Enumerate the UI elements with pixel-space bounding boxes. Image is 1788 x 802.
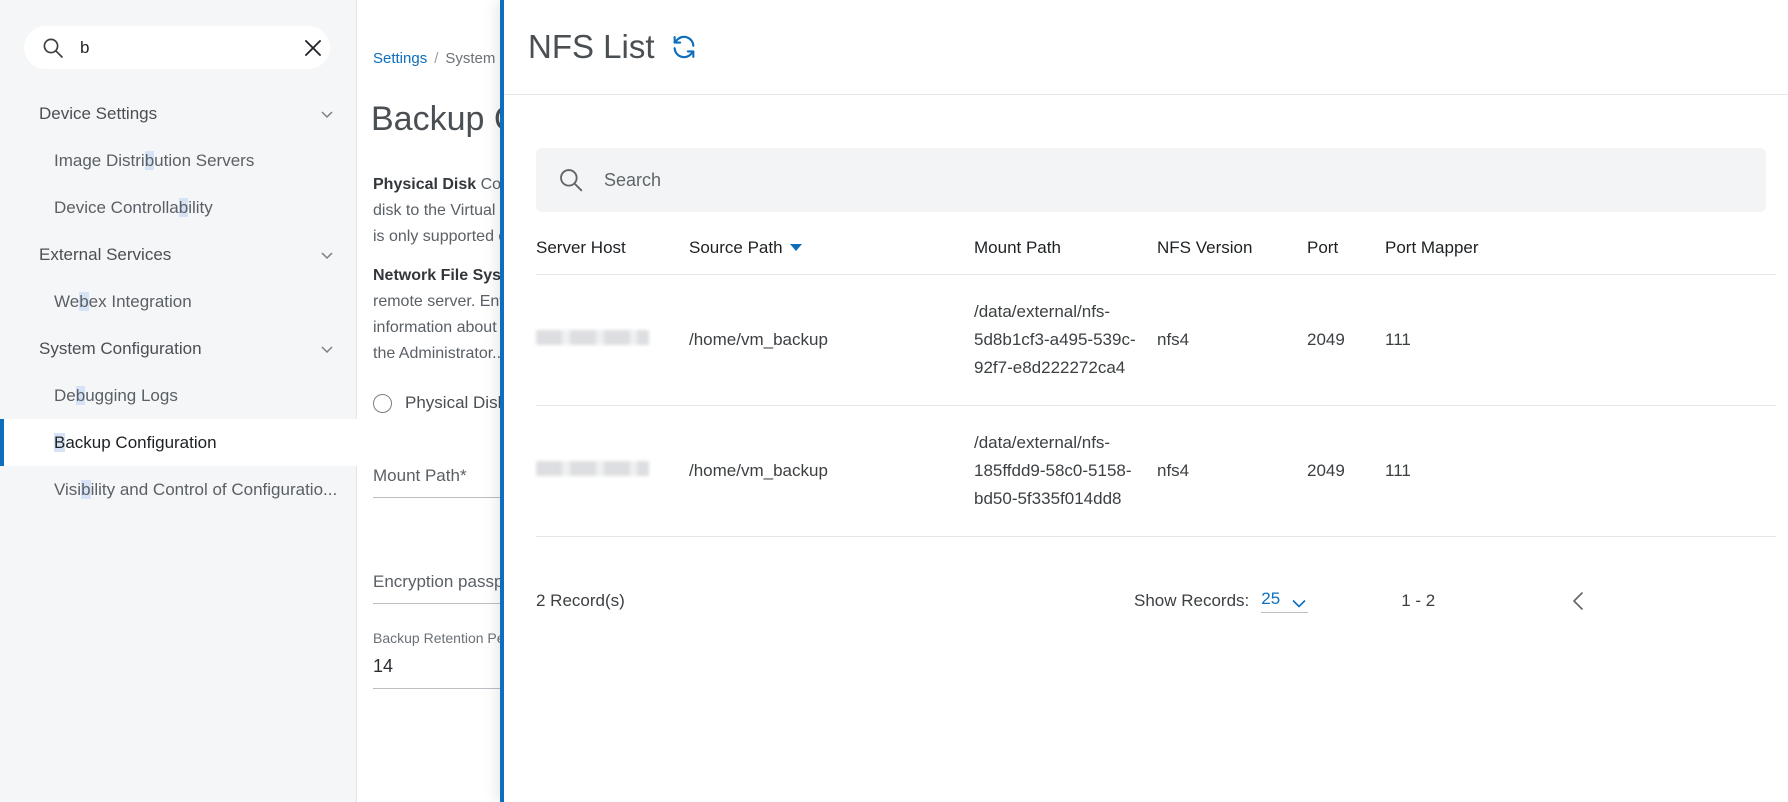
sidebar-search-box[interactable]: [24, 26, 330, 69]
refresh-icon[interactable]: [670, 33, 698, 61]
sidebar-group-label: External Services: [39, 244, 172, 264]
radio-label: Physical Disk: [405, 393, 507, 412]
chevron-down-icon[interactable]: [319, 341, 335, 357]
nfs-list-panel: NFS List Server Host: [500, 0, 1788, 802]
sidebar-group-device-settings[interactable]: Device Settings: [0, 90, 357, 137]
sidebar-item-debugging-logs[interactable]: Debugging Logs: [0, 372, 357, 419]
radio-button-icon[interactable]: [373, 393, 392, 413]
sidebar-item-label: Visibility and Control of Configuratio..…: [54, 479, 338, 499]
table-row[interactable]: /home/vm_backup /data/external/nfs-5d8b1…: [536, 275, 1776, 406]
table-header-row: Server Host Source Path Mount Path NFS V…: [536, 222, 1776, 275]
cell-port: 2049: [1307, 330, 1345, 349]
breadcrumb-separator: /: [434, 50, 439, 67]
cell-mount-path: /data/external/nfs-185ffdd9-58c0-5158-bd…: [974, 433, 1132, 508]
sidebar-group-system-configuration[interactable]: System Configuration: [0, 325, 357, 372]
cell-source-path: /home/vm_backup: [689, 330, 828, 349]
sidebar-item-image-distribution-servers[interactable]: Image Distribution Servers: [0, 137, 357, 184]
search-icon: [42, 37, 64, 59]
column-header-mount-path[interactable]: Mount Path: [974, 222, 1157, 274]
cell-port: 2049: [1307, 461, 1345, 480]
chevron-down-icon[interactable]: [319, 106, 335, 122]
search-icon: [558, 167, 584, 193]
nfs-panel-title: NFS List: [528, 28, 655, 65]
breadcrumb-settings[interactable]: Settings: [373, 50, 427, 67]
cell-server-host: [536, 303, 689, 377]
nfs-search-input[interactable]: [584, 169, 1766, 191]
sidebar-group-external-services[interactable]: External Services: [0, 231, 357, 278]
column-header-port[interactable]: Port: [1307, 222, 1385, 274]
table-body: /home/vm_backup /data/external/nfs-5d8b1…: [536, 275, 1776, 537]
record-count: 2 Record(s): [536, 591, 625, 610]
redacted-value: [536, 461, 649, 476]
cell-server-host: [536, 434, 689, 508]
chevron-left-icon[interactable]: [1570, 590, 1588, 612]
cell-source-path: /home/vm_backup: [689, 461, 828, 480]
breadcrumb: Settings / System: [373, 50, 495, 67]
show-records-label: Show Records:: [1134, 591, 1250, 610]
sidebar-group-label: System Configuration: [39, 338, 202, 358]
breadcrumb-current: System: [445, 50, 496, 67]
chevron-down-icon[interactable]: [319, 247, 335, 263]
column-header-source-path[interactable]: Source Path: [689, 222, 974, 274]
sort-descending-icon[interactable]: [789, 244, 802, 251]
radio-physical-disk[interactable]: Physical Disk: [373, 393, 506, 413]
page-range: 1 - 2: [1401, 591, 1436, 610]
sidebar-nav: Device Settings Image Distribution Serve…: [0, 90, 357, 513]
sidebar-item-device-controllability[interactable]: Device Controllability: [0, 184, 357, 231]
settings-sidebar: Device Settings Image Distribution Serve…: [0, 0, 357, 802]
redacted-value: [536, 330, 649, 345]
table-footer: 2 Record(s) Show Records: 25 1 - 2: [536, 578, 1776, 624]
show-records-control[interactable]: Show Records: 25: [1134, 589, 1309, 613]
column-header-server-host[interactable]: Server Host: [536, 222, 689, 274]
app-root: Device Settings Image Distribution Serve…: [0, 0, 1788, 802]
search-input[interactable]: [64, 37, 301, 58]
cell-nfs-version: nfs4: [1157, 330, 1190, 349]
show-records-value: 25: [1261, 589, 1281, 608]
column-header-port-mapper[interactable]: Port Mapper: [1385, 222, 1545, 274]
sidebar-item-label: Debugging Logs: [54, 385, 178, 405]
cell-mount-path: /data/external/nfs-5d8b1cf3-a495-539c-92…: [974, 302, 1136, 377]
nfs-search-box[interactable]: [536, 148, 1766, 212]
sidebar-item-label: Device Controllability: [54, 197, 213, 217]
sidebar-item-label: Backup Configuration: [54, 432, 217, 452]
sidebar-item-visibility-and-control[interactable]: Visibility and Control of Configuratio..…: [0, 466, 357, 513]
sidebar-item-label: Webex Integration: [54, 291, 192, 311]
close-icon[interactable]: [301, 36, 325, 60]
column-header-nfs-version[interactable]: NFS Version: [1157, 222, 1307, 274]
show-records-select[interactable]: 25: [1261, 589, 1309, 613]
sidebar-item-webex-integration[interactable]: Webex Integration: [0, 278, 357, 325]
sidebar-group-label: Device Settings: [39, 103, 158, 123]
cell-port-mapper: 111: [1385, 330, 1411, 349]
sidebar-item-label: Image Distribution Servers: [54, 150, 255, 170]
physical-disk-term: Physical Disk: [373, 176, 477, 193]
table-row[interactable]: /home/vm_backup /data/external/nfs-185ff…: [536, 406, 1776, 537]
cell-nfs-version: nfs4: [1157, 461, 1190, 480]
column-header-label: Source Path: [689, 238, 783, 257]
nfs-table: Server Host Source Path Mount Path NFS V…: [536, 222, 1776, 537]
cell-port-mapper: 111: [1385, 461, 1411, 480]
nfs-panel-header: NFS List: [504, 0, 1788, 95]
chevron-down-icon[interactable]: [1292, 593, 1306, 608]
sidebar-item-backup-configuration[interactable]: Backup Configuration: [0, 419, 357, 466]
